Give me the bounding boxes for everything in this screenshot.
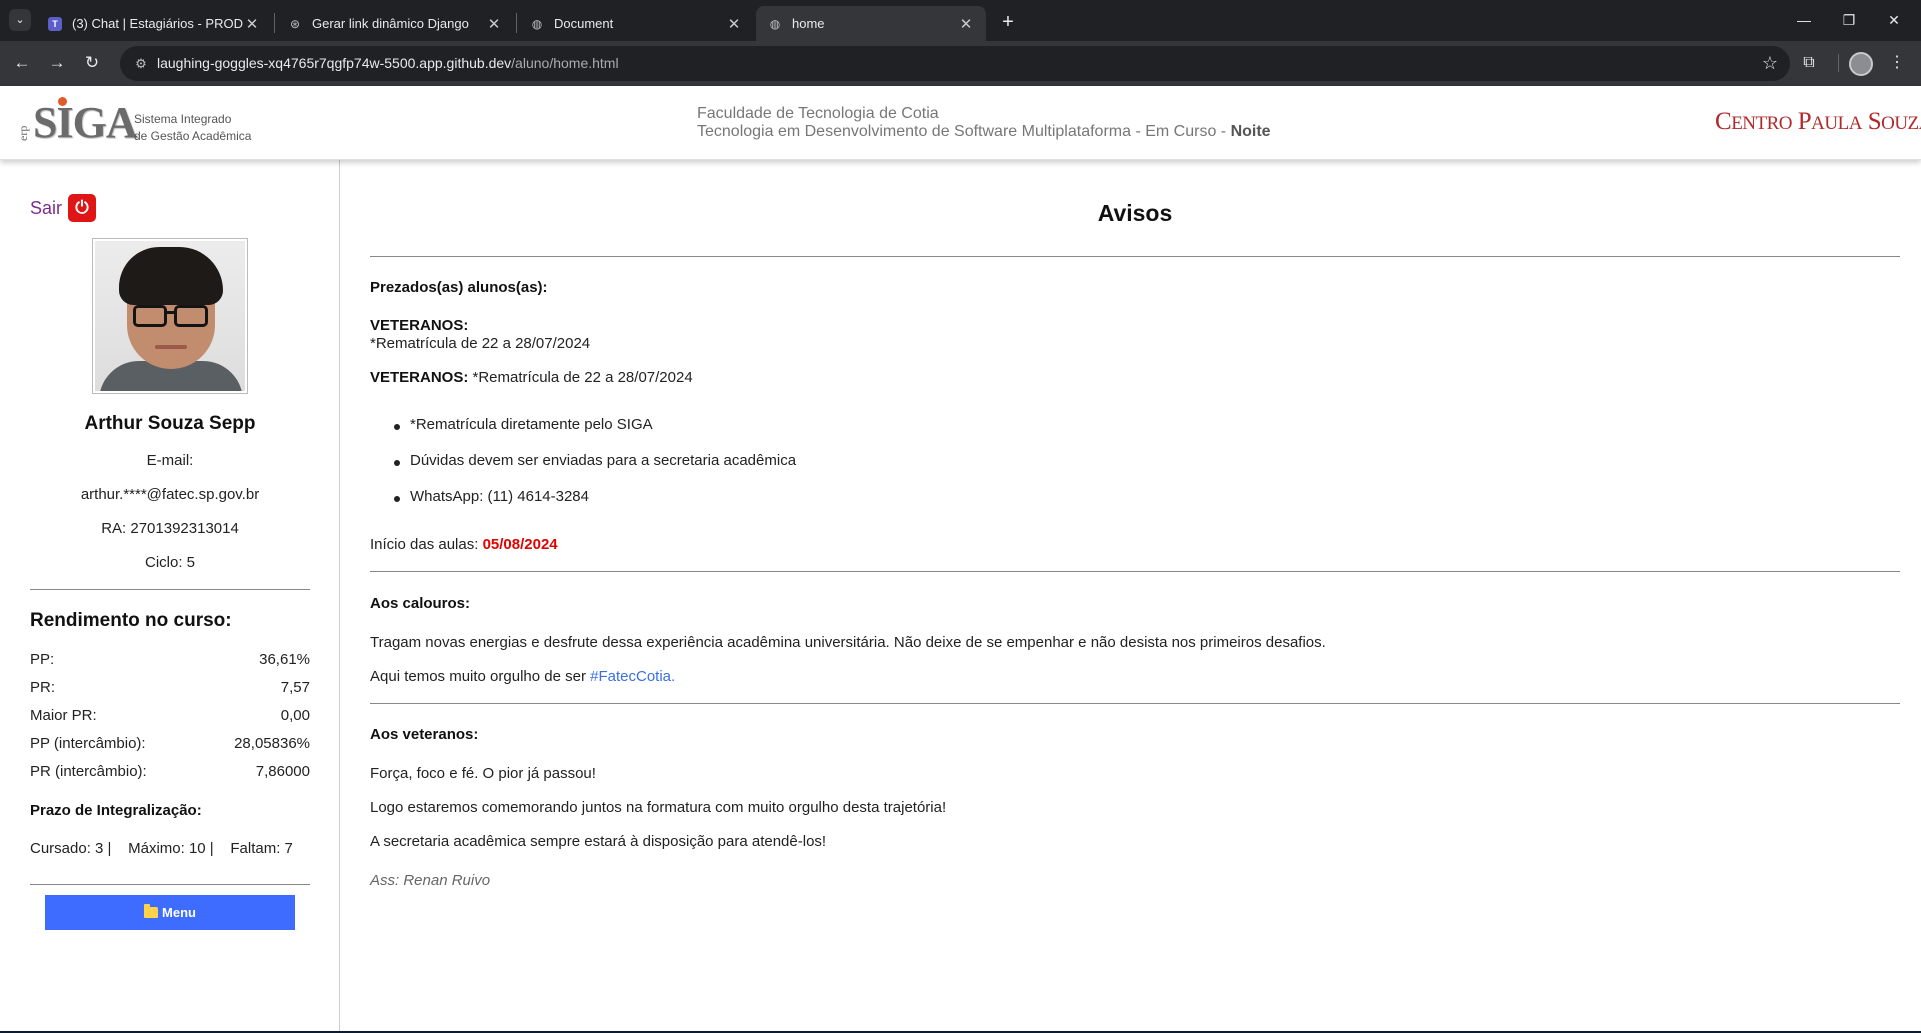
course-shift: Noite bbox=[1230, 123, 1271, 140]
close-window-icon[interactable]: ✕ bbox=[1867, 0, 1921, 41]
new-tab-button[interactable]: + bbox=[994, 8, 1022, 36]
sidebar: Sair ⏻ Arthur Souza Sepp E-mail: arthur.… bbox=[0, 160, 340, 1033]
veteranos-line: Força, foco e fé. O pior já passou! bbox=[370, 765, 596, 782]
site-info-icon[interactable]: ⚙ bbox=[132, 55, 150, 73]
rematricula-text: *Rematrícula de 22 a 28/07/2024 bbox=[370, 335, 591, 352]
signature: Ass: Renan Ruivo bbox=[370, 872, 491, 889]
profile-avatar[interactable] bbox=[1849, 52, 1873, 76]
student-photo bbox=[92, 238, 248, 394]
veteranos-line: VETERANOS: *Rematrícula de 22 a 28/07/20… bbox=[370, 369, 693, 386]
reload-icon[interactable]: ↻ bbox=[78, 49, 106, 77]
prazo-values: Cursado: 3 | Máximo: 10 | Faltam: 7 bbox=[30, 840, 293, 857]
openai-icon: ⊛ bbox=[289, 16, 301, 31]
siga-logo[interactable]: erp SIGA Sistema Integrado de Gestão Aca… bbox=[16, 97, 258, 151]
url-text[interactable]: laughing-goggles-xq4765r7qgfp74w-5500.ap… bbox=[157, 55, 619, 71]
divider bbox=[370, 571, 1900, 572]
rendimento-row: PR: 7,57 bbox=[30, 679, 310, 696]
browser-tab-bar: ⌄ T (3) Chat | Estagiários - PRODESP ✕ ⊛… bbox=[0, 0, 1921, 41]
orgulho-text: Aqui temos muito orgulho de ser #FatecCo… bbox=[370, 668, 676, 685]
faculdade-name: Faculdade de Tecnologia de Cotia bbox=[697, 105, 939, 122]
veteranos-label: VETERANOS: bbox=[370, 317, 469, 334]
bookmark-star-icon[interactable]: ☆ bbox=[1762, 53, 1778, 74]
student-name: Arthur Souza Sepp bbox=[84, 413, 256, 434]
veteranos-line: Logo estaremos comemorando juntos na for… bbox=[370, 799, 947, 816]
centro-paula-souza-logo[interactable]: CENTRO PAULA SOUZA bbox=[1715, 108, 1921, 136]
rendimento-row: Maior PR: 0,00 bbox=[30, 707, 310, 724]
back-icon[interactable]: ← bbox=[8, 49, 36, 77]
browser-tab[interactable]: ◍ Document ✕ bbox=[518, 6, 754, 41]
student-ciclo: Ciclo: 5 bbox=[144, 554, 196, 571]
browser-tab[interactable]: T (3) Chat | Estagiários - PRODESP ✕ bbox=[36, 6, 272, 41]
forward-icon[interactable]: → bbox=[43, 49, 71, 77]
rendimento-row: PP: 36,61% bbox=[30, 651, 310, 668]
menu-button[interactable]: Menu bbox=[45, 895, 295, 930]
close-icon[interactable]: ✕ bbox=[486, 15, 502, 33]
course-name: Tecnologia em Desenvolvimento de Softwar… bbox=[697, 123, 1227, 140]
veteranos-title: Aos veteranos: bbox=[370, 726, 479, 743]
close-icon[interactable]: ✕ bbox=[958, 15, 974, 33]
list-item: WhatsApp: (11) 4614-3284 bbox=[410, 488, 589, 505]
main-content: Avisos Prezados(as) alunos(as): VETERANO… bbox=[341, 160, 1921, 1033]
divider bbox=[30, 589, 310, 590]
more-menu-icon[interactable]: ⋮ bbox=[1883, 49, 1911, 77]
inicio-aulas: Início das aulas: 05/08/2024 bbox=[370, 536, 558, 553]
veteranos-line: A secretaria acadêmica sempre estará à d… bbox=[370, 833, 827, 850]
tab-title: (3) Chat | Estagiários - PRODESP bbox=[72, 16, 244, 31]
browser-tab-active[interactable]: ◍ home ✕ bbox=[756, 6, 986, 41]
divider bbox=[370, 256, 1900, 257]
browser-toolbar: ← → ↻ ⚙ laughing-goggles-xq4765r7qgfp74w… bbox=[0, 41, 1921, 86]
teams-icon: T bbox=[48, 16, 62, 31]
address-bar[interactable]: ⚙ laughing-goggles-xq4765r7qgfp74w-5500.… bbox=[120, 46, 1790, 81]
inicio-date: 05/08/2024 bbox=[482, 536, 558, 553]
list-item: *Rematrícula diretamente pelo SIGA bbox=[410, 416, 653, 433]
rendimento-title: Rendimento no curso: bbox=[30, 610, 232, 631]
logo-siga-text: SIGA bbox=[33, 98, 138, 147]
tab-search-button[interactable]: ⌄ bbox=[9, 9, 31, 31]
close-icon[interactable]: ✕ bbox=[726, 15, 742, 33]
divider bbox=[30, 884, 310, 885]
greeting: Prezados(as) alunos(as): bbox=[370, 279, 548, 296]
globe-icon: ◍ bbox=[531, 16, 543, 31]
browser-tab[interactable]: ⊛ Gerar link dinâmico Django ✕ bbox=[276, 6, 514, 41]
page-header: erp SIGA Sistema Integrado de Gestão Aca… bbox=[0, 86, 1921, 160]
tab-title: Document bbox=[554, 16, 614, 31]
rendimento-row: PP (intercâmbio): 28,05836% bbox=[30, 735, 310, 752]
globe-icon: ◍ bbox=[769, 16, 781, 31]
menu-label: Menu bbox=[162, 905, 196, 920]
folder-icon bbox=[144, 904, 159, 918]
page-title: Avisos bbox=[1097, 200, 1173, 226]
tab-title: Gerar link dinâmico Django bbox=[312, 16, 469, 31]
list-item: Dúvidas devem ser enviadas para a secret… bbox=[410, 452, 797, 469]
logo-subtitle-1: Sistema Integrado bbox=[134, 112, 232, 126]
tab-title: home bbox=[792, 16, 825, 31]
student-ra: RA: 2701392313014 bbox=[101, 520, 239, 537]
fateccotia-link[interactable]: #FatecCotia. bbox=[590, 668, 675, 685]
email-label: E-mail: bbox=[146, 452, 194, 469]
calouros-text: Tragam novas energias e desfrute dessa e… bbox=[370, 634, 1326, 651]
logo-subtitle-2: de Gestão Acadêmica bbox=[134, 129, 252, 143]
prazo-title: Prazo de Integralização: bbox=[30, 802, 202, 819]
student-email: arthur.****@fatec.sp.gov.br bbox=[80, 486, 260, 503]
calouros-title: Aos calouros: bbox=[370, 595, 471, 612]
divider bbox=[370, 703, 1900, 704]
close-icon[interactable]: ✕ bbox=[244, 15, 260, 33]
course-info: Faculdade de Tecnologia de Cotia Tecnolo… bbox=[697, 105, 1271, 141]
rendimento-row: PR (intercâmbio): 7,86000 bbox=[30, 763, 310, 780]
extensions-icon[interactable]: ⧉ bbox=[1795, 49, 1823, 77]
